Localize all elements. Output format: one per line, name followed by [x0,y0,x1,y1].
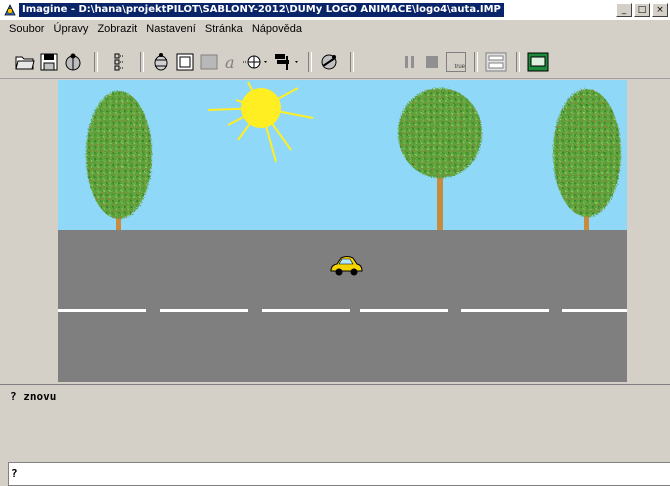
menu-napoveda[interactable]: Nápověda [249,20,305,38]
menu-zobrazit[interactable]: Zobrazit [94,20,140,38]
maximize-button[interactable]: □ [634,3,650,17]
save-button[interactable] [38,50,60,74]
pause-icon [405,56,414,68]
true-button[interactable]: true [445,50,467,74]
menu-soubor[interactable]: Soubor [6,20,47,38]
screen-icon [527,52,549,72]
command-input-box[interactable] [8,462,670,486]
page-button[interactable] [484,50,508,74]
open-folder-button[interactable] [14,50,36,74]
filled-rectangle-tool-button[interactable] [198,50,220,74]
open-folder-icon [15,56,35,70]
page-icon [485,52,507,72]
turtle-shape-dropdown-icon [275,54,298,70]
scene-drawing [58,80,627,382]
scene-page[interactable] [58,80,627,382]
app-icon [4,4,16,16]
save-disk-icon [40,53,58,71]
rectangle-icon [176,53,194,71]
lane-markings [58,309,627,312]
menu-bar: Soubor Úpravy Zobrazit Nastavení Stránka… [0,20,670,38]
turtle-list-button[interactable] [106,50,128,74]
command-history-panel[interactable]: ? znovu [0,384,670,461]
menu-stranka[interactable]: Stránka [202,20,246,38]
toolbar: a true [0,38,670,79]
run-icon [321,54,337,70]
compass-dropdown-icon [243,55,267,69]
road [58,230,627,382]
filled-rectangle-icon [200,54,218,70]
ladybug-icon [65,53,81,71]
window-title: Imagine - D:\hana\projektPILOT\SABLONY-2… [19,3,504,17]
text-tool-button[interactable]: a [221,50,241,74]
text-tool-icon: a [225,53,235,71]
true-label: true [454,64,465,70]
screen-button[interactable] [526,50,550,74]
turtle-shape-dropdown-button[interactable] [272,50,302,74]
turtle-list-icon [114,53,124,71]
new-turtle-icon [154,53,168,71]
run-button[interactable] [318,50,340,74]
svg-text:a: a [225,53,235,71]
menu-upravy[interactable]: Úpravy [51,20,92,38]
true-icon: true [446,52,466,72]
ladybug-button[interactable] [62,50,84,74]
command-history-line: ? znovu [10,390,57,403]
minimize-button[interactable]: _ [616,3,632,17]
title-bar: Imagine - D:\hana\projektPILOT\SABLONY-2… [0,0,670,20]
close-button[interactable]: × [652,3,668,17]
stop-button[interactable] [423,50,441,74]
command-input[interactable] [9,463,670,483]
rectangle-tool-button[interactable] [174,50,196,74]
menu-nastaveni[interactable]: Nastavení [143,20,199,38]
stop-icon [426,56,438,68]
new-turtle-button[interactable] [150,50,172,74]
compass-dropdown-button[interactable] [241,50,271,74]
pause-button[interactable] [400,50,420,74]
